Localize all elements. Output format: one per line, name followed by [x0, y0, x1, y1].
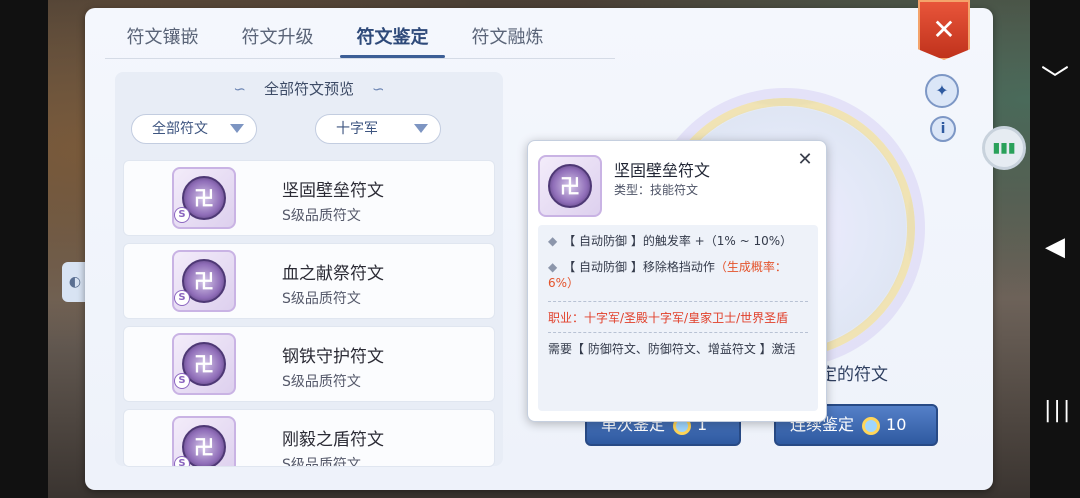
close-icon: ✕ — [932, 13, 956, 46]
job-value: 十字军 — [336, 121, 378, 137]
tooltip-close-icon[interactable]: ✕ — [794, 149, 816, 171]
diamond-bullet-icon: ◆ — [548, 234, 558, 248]
rune-grade: S级品质符文 — [282, 457, 361, 467]
magic-wand-icon[interactable]: ✦ — [925, 74, 959, 108]
info-icon[interactable]: i — [930, 116, 956, 142]
rune-icon: 卍 S — [172, 167, 236, 229]
close-button[interactable]: ✕ — [918, 0, 970, 60]
grade-badge: S — [174, 456, 190, 466]
tab-rune-upgrade[interactable]: 符文升级 — [220, 18, 335, 58]
panel-title: ∽ 全部符文预览 ∽ — [115, 78, 503, 99]
rune-list-panel: ∽ 全部符文预览 ∽ 全部符文 十字军 卍 S 坚固壁垒符文 S级品质符文 卍 S — [115, 72, 503, 467]
back-arrow-icon[interactable]: ◀ — [1040, 232, 1070, 266]
job-dropdown[interactable]: 十字军 — [315, 114, 441, 144]
rune-icon: 卍 S — [172, 416, 236, 466]
rune-name: 血之献祭符文 — [282, 264, 384, 284]
rune-name: 刚毅之盾符文 — [282, 430, 384, 450]
tooltip-rune-type: 类型：技能符文 — [614, 183, 699, 197]
rune-list-item[interactable]: 卍 S 刚毅之盾符文 S级品质符文 — [123, 409, 495, 467]
rune-type-value: 全部符文 — [152, 121, 208, 137]
tab-divider — [105, 58, 615, 59]
rune-type-dropdown[interactable]: 全部符文 — [131, 114, 257, 144]
rune-list-item[interactable]: 卍 S 钢铁守护符文 S级品质符文 — [123, 326, 495, 402]
ornament-right-icon: ∽ — [372, 80, 385, 98]
tab-bar: 符文镶嵌 符文升级 符文鉴定 符文融炼 — [105, 18, 565, 58]
chevron-down-icon — [230, 124, 244, 133]
diamond-bullet-icon: ◆ — [548, 260, 558, 274]
rune-icon: 卍 S — [172, 250, 236, 312]
ornament-left-icon: ∽ — [233, 80, 246, 98]
tooltip-separator — [548, 301, 808, 302]
rune-grade: S级品质符文 — [282, 291, 361, 307]
floating-signal-button[interactable]: ▮▮▮ — [982, 126, 1026, 170]
rune-name: 坚固壁垒符文 — [282, 181, 384, 201]
tab-rune-fusion[interactable]: 符文融炼 — [450, 18, 565, 58]
tooltip-requirement: 需要【 防御符文、防御符文、增益符文 】激活 — [548, 342, 796, 356]
panel-title-text: 全部符文预览 — [263, 80, 354, 98]
rune-icon: 卍 S — [172, 333, 236, 395]
chevron-down-icon[interactable]: ﹀ — [1040, 66, 1070, 94]
rune-list-item[interactable]: 卍 S 坚固壁垒符文 S级品质符文 — [123, 160, 495, 236]
magnifier-icon — [862, 416, 881, 435]
tooltip-effect-1: ◆ 【 自动防御 】的触发率 +（1% ~ 10%） — [548, 234, 793, 248]
chevron-down-icon — [414, 124, 428, 133]
multi-appraise-count: 10 — [886, 415, 907, 434]
rune-grade: S级品质符文 — [282, 208, 361, 224]
rune-icon: 卍 — [538, 155, 602, 217]
menu-icon[interactable]: ||| — [1044, 398, 1070, 428]
tab-rune-appraise[interactable]: 符文鉴定 — [335, 18, 450, 58]
grade-badge: S — [174, 207, 190, 223]
hint-text: 定的符文 — [820, 365, 888, 385]
tooltip-separator — [548, 332, 808, 333]
rune-list: 卍 S 坚固壁垒符文 S级品质符文 卍 S 血之献祭符文 S级品质符文 卍 S — [123, 160, 495, 474]
tooltip-body: ◆ 【 自动防御 】的触发率 +（1% ~ 10%） ◆ 【 自动防御 】移除格挡动… — [538, 225, 818, 411]
grade-badge: S — [174, 290, 190, 306]
tooltip-effect-2: ◆ 【 自动防御 】移除格挡动作（生成概率：6%） — [548, 260, 787, 290]
rune-list-item[interactable]: 卍 S 血之献祭符文 S级品质符文 — [123, 243, 495, 319]
left-letterbox — [0, 0, 48, 498]
rune-grade: S级品质符文 — [282, 374, 361, 390]
rune-tooltip: 卍 坚固壁垒符文 类型：技能符文 ✕ ◆ 【 自动防御 】的触发率 +（1% ~ … — [527, 140, 827, 422]
rune-name: 钢铁守护符文 — [282, 347, 384, 367]
tab-rune-inlay[interactable]: 符文镶嵌 — [105, 18, 220, 58]
tooltip-rune-name: 坚固壁垒符文 — [614, 161, 711, 180]
grade-badge: S — [174, 373, 190, 389]
tooltip-job: 职业：十字军/圣殿十字军/皇家卫士/世界圣盾 — [548, 311, 789, 325]
